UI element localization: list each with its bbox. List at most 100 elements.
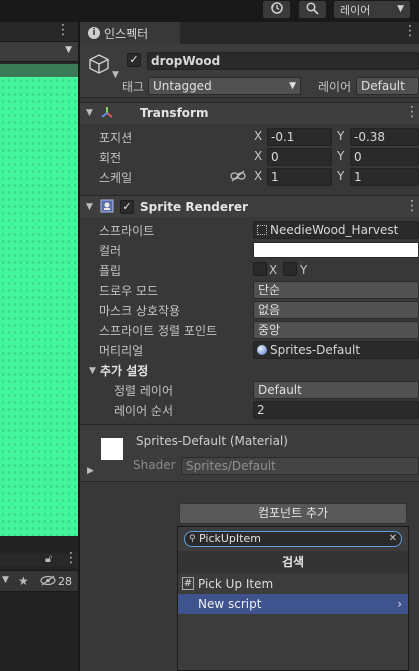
chevron-down-icon[interactable]: ▼ xyxy=(86,202,93,212)
chevron-down-icon[interactable]: ▼ xyxy=(89,366,96,376)
material-label: 머티리얼 xyxy=(99,344,144,358)
draw-mode-label: 드로우 모드 xyxy=(99,284,159,298)
material-sphere-icon xyxy=(257,345,267,355)
flip-x-checkbox[interactable] xyxy=(253,262,267,276)
sorting-layer-label: 정렬 레이어 xyxy=(114,384,174,398)
search-icon xyxy=(306,1,319,18)
add-component-button[interactable]: 컴포넌트 추가 xyxy=(179,503,407,524)
shader-dropdown[interactable]: Sprites/Default xyxy=(181,457,419,475)
layers-dropdown[interactable]: 레이어 ▼ xyxy=(333,0,411,19)
search-button[interactable] xyxy=(298,0,327,19)
script-hash-icon: # xyxy=(182,577,194,590)
list-item-new-script[interactable]: New script › xyxy=(178,594,408,614)
scale-label: 스케일 xyxy=(99,171,133,185)
flip-y-label: Y xyxy=(300,263,308,277)
mask-interaction-dropdown[interactable]: 없음 xyxy=(253,301,419,319)
material-field[interactable]: Sprites-Default xyxy=(253,341,419,359)
more-options-icon[interactable]: ⋮ xyxy=(405,198,419,214)
sprite-field[interactable]: NeedieWood_Harvest xyxy=(253,221,419,239)
chevron-down-icon[interactable]: ▼ xyxy=(86,108,93,118)
transform-header[interactable] xyxy=(80,102,419,124)
info-icon: i xyxy=(88,27,100,39)
more-options-icon[interactable]: ⋮ xyxy=(403,23,417,39)
active-checkbox[interactable]: ✓ xyxy=(127,53,141,67)
search-icon: ⚲ xyxy=(189,534,196,544)
position-label: 포지션 xyxy=(99,131,133,145)
chevron-right-icon[interactable]: ▶ xyxy=(87,466,94,476)
history-button[interactable] xyxy=(262,0,291,19)
material-value: Sprites-Default xyxy=(270,343,361,357)
flip-y-checkbox[interactable] xyxy=(283,262,297,276)
list-item-label: New script xyxy=(198,597,262,611)
more-options-icon[interactable]: ⋮ xyxy=(405,104,419,120)
sprite-pivot-dropdown[interactable]: 중앙 xyxy=(253,321,419,339)
additional-settings-label[interactable]: 추가 설정 xyxy=(100,362,148,379)
rotation-label: 회전 xyxy=(99,151,122,165)
shader-label: Shader xyxy=(133,458,176,472)
chevron-down-icon: ▼ xyxy=(65,45,72,55)
more-options-icon[interactable]: ⋮ xyxy=(56,22,70,38)
flip-label: 플립 xyxy=(99,264,122,278)
project-toolbar: ▼ ★ 28 xyxy=(0,570,78,592)
position-y-field[interactable]: -0.38 xyxy=(350,128,419,146)
chevron-down-icon[interactable]: ▼ xyxy=(112,70,119,80)
chevron-down-icon: ▼ xyxy=(397,4,404,14)
scene-tab-bar: ⋮ xyxy=(0,22,78,42)
sprite-renderer-icon xyxy=(100,199,114,216)
sprite-label: 스프라이트 xyxy=(99,224,155,238)
top-toolbar: 레이어 ▼ xyxy=(0,0,419,22)
layer-label: 레이어 xyxy=(318,80,352,94)
rotation-x-field[interactable]: 0 xyxy=(267,148,332,166)
clear-icon[interactable]: ✕ xyxy=(389,532,397,546)
gameobject-cube-icon xyxy=(88,53,110,78)
scene-view[interactable] xyxy=(0,64,78,536)
scale-x-axis: X xyxy=(254,169,263,183)
scale-y-field[interactable]: 1 xyxy=(350,168,419,186)
sprite-value: NeedieWood_Harvest xyxy=(270,223,399,237)
history-icon xyxy=(270,1,284,18)
object-name-field[interactable]: dropWood xyxy=(147,52,419,70)
inspector-tab-bar: i 인스펙터 ⋮ xyxy=(80,22,419,44)
sprite-renderer-enabled-checkbox[interactable]: ✓ xyxy=(120,200,134,214)
order-in-layer-field[interactable]: 2 xyxy=(253,401,419,419)
eye-hidden-icon[interactable] xyxy=(40,575,56,589)
scene-tiles xyxy=(0,77,78,536)
sprite-renderer-title: Sprite Renderer xyxy=(140,200,248,214)
color-swatch[interactable] xyxy=(253,242,419,258)
more-options-icon[interactable]: ⋮ xyxy=(64,550,78,566)
component-search-value: PickUpItem xyxy=(199,532,261,545)
material-preview xyxy=(101,438,123,460)
color-label: 컬러 xyxy=(99,244,122,258)
material-title: Sprites-Default (Material) xyxy=(136,434,288,448)
lock-icon[interactable]: 🔓︎ xyxy=(45,552,52,566)
tab-inspector[interactable]: i 인스펙터 xyxy=(80,22,180,44)
rotation-x-axis: X xyxy=(254,149,263,163)
scale-y-axis: Y xyxy=(337,169,345,183)
sorting-layer-dropdown[interactable]: Default xyxy=(253,381,419,399)
transform-icon xyxy=(100,106,114,123)
rotation-y-axis: Y xyxy=(337,149,345,163)
scene-toolbar[interactable]: ▼ xyxy=(0,42,78,62)
popup-title: 검색 xyxy=(178,551,408,573)
scale-x-field[interactable]: 1 xyxy=(267,168,332,186)
layer-dropdown[interactable]: Default xyxy=(356,77,419,95)
draw-mode-dropdown[interactable]: 단순 xyxy=(253,281,419,299)
layer-value: Default xyxy=(361,79,405,93)
sprite-asset-icon xyxy=(257,225,267,235)
order-in-layer-label: 레이어 순서 xyxy=(114,404,174,418)
tag-dropdown[interactable]: Untagged ▼ xyxy=(148,77,301,95)
sprite-pivot-label: 스프라이트 정렬 포인트 xyxy=(99,324,218,338)
component-search-input[interactable]: ⚲ PickUpItem ✕ xyxy=(184,531,402,547)
star-icon[interactable]: ★ xyxy=(18,574,29,588)
chevron-down-icon[interactable]: ▼ xyxy=(2,575,9,585)
list-item-pick-up-item[interactable]: # Pick Up Item xyxy=(178,574,408,594)
layers-label: 레이어 xyxy=(340,3,371,17)
tab-inspector-label: 인스펙터 xyxy=(104,26,149,41)
position-y-axis: Y xyxy=(337,129,345,143)
rotation-y-field[interactable]: 0 xyxy=(350,148,419,166)
position-x-field[interactable]: -0.1 xyxy=(267,128,332,146)
mask-interaction-label: 마스크 상호작용 xyxy=(99,304,181,318)
project-tab-bar: 🔓︎ ⋮ xyxy=(0,550,78,567)
link-icon[interactable] xyxy=(230,170,246,185)
hidden-count: 28 xyxy=(58,575,72,588)
